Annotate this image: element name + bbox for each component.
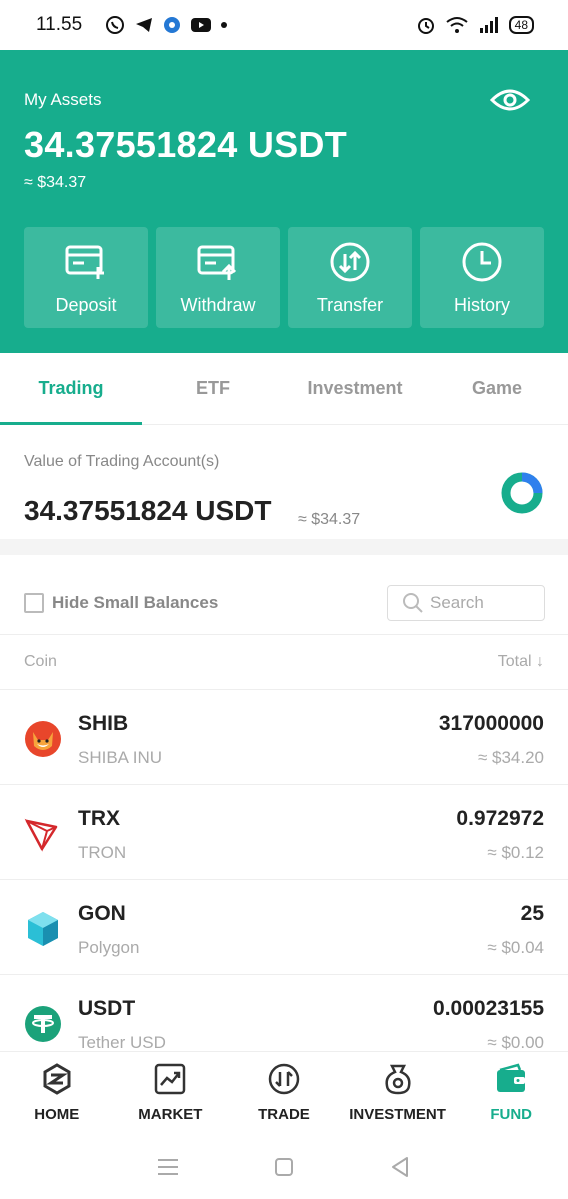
asset-actions: Deposit Withdraw Transfer History [24,227,544,328]
transfer-label: Transfer [316,295,384,315]
assets-header: My Assets 34.37551824 USDT ≈ $34.37 Depo… [0,50,568,353]
status-time: 11.55 [36,14,83,35]
coin-name: TRON [78,843,127,862]
polygon-logo-icon [28,912,58,946]
coin-row-shib[interactable]: SHIB SHIBA INU 317000000 ≈ $34.20 [0,690,568,785]
wallet-icon [497,1063,526,1092]
eye-icon[interactable] [490,86,530,114]
assets-label: My Assets [24,90,102,109]
telegram-icon [136,18,153,32]
coin-symbol: TRX [78,807,120,830]
wifi-icon [446,17,468,33]
search-input[interactable]: Search [387,585,545,621]
coin-name: Tether USD [78,1033,166,1052]
nav-fund-label: FUND [490,1106,532,1123]
nav-trade[interactable]: TRADE [227,1052,341,1135]
coin-usd-value: ≈ $0.12 [487,843,544,862]
coin-amount: 25 [520,902,544,925]
trading-account-summary: Value of Trading Account(s) 34.37551824 … [0,425,568,555]
withdraw-button[interactable]: Withdraw [156,227,280,328]
nav-investment[interactable]: INVESTMENT [341,1052,455,1135]
coin-usd-value: ≈ $34.20 [477,748,544,767]
history-icon [462,242,502,282]
investment-icon [385,1064,411,1095]
coin-list-header: Coin Total ↓ [0,635,568,690]
home-square-icon[interactable] [271,1154,297,1180]
menu-icon[interactable] [155,1154,181,1180]
transfer-icon [330,242,370,282]
nav-investment-label: INVESTMENT [349,1106,446,1123]
nav-market[interactable]: MARKET [114,1052,228,1135]
withdraw-label: Withdraw [180,295,256,315]
nav-market-label: MARKET [138,1106,203,1123]
coin-amount: 0.972972 [456,807,544,830]
allocation-chart-icon[interactable] [500,471,544,515]
system-navigation-bar [0,1135,568,1199]
transfer-button[interactable]: Transfer [288,227,412,328]
balance-filter-row: Hide Small Balances Search [0,555,568,635]
nav-home-label: HOME [34,1106,80,1123]
market-icon [155,1063,186,1095]
tab-trading[interactable]: Trading [0,353,142,425]
coin-symbol: GON [78,902,126,925]
tether-logo-icon [25,1006,61,1042]
status-bar: 11.55 48 [0,0,568,50]
signal-icon [479,17,498,33]
account-tabs: Trading ETF Investment Game [0,353,568,425]
tab-etf[interactable]: ETF [142,353,284,424]
tab-investment[interactable]: Investment [284,353,426,424]
assets-amount: 34.37551824 USDT [24,124,348,165]
back-icon[interactable] [387,1154,413,1180]
account-amount: 34.37551824 USDT [24,495,272,526]
nav-home[interactable]: HOME [0,1052,114,1135]
coin-amount: 317000000 [438,712,544,735]
deposit-button[interactable]: Deposit [24,227,148,328]
nav-trade-label: TRADE [258,1106,310,1123]
more-notifications-icon [221,22,228,28]
coin-column-header: Coin [24,653,57,670]
account-label: Value of Trading Account(s) [24,453,220,470]
account-usd-value: ≈ $34.37 [298,511,361,528]
history-label: History [453,295,510,315]
coin-amount: 0.00023155 [433,997,544,1020]
tab-game[interactable]: Game [426,353,568,424]
coin-symbol: USDT [78,997,136,1020]
total-sort-header[interactable]: Total ↓ [498,653,544,671]
deposit-label: Deposit [55,295,117,315]
assets-usd-value: ≈ $34.37 [24,174,87,191]
app-notification-icon [164,17,181,33]
coin-name: Polygon [78,938,140,957]
alarm-icon [417,18,434,34]
coin-usd-value: ≈ $0.00 [487,1033,544,1052]
history-button[interactable]: History [420,227,544,328]
deposit-icon [65,245,104,279]
battery-indicator: 48 [508,16,534,34]
search-placeholder: Search [430,593,484,612]
home-icon [43,1063,71,1095]
hide-small-balances-checkbox[interactable] [24,593,44,613]
coin-symbol: SHIB [78,712,129,735]
youtube-icon [191,18,212,32]
bottom-navigation: HOME MARKET TRADE INVESTMENT FUND [0,1051,568,1135]
coin-row-gon[interactable]: GON Polygon 25 ≈ $0.04 [0,880,568,975]
tron-logo-icon [24,818,58,852]
hide-small-balances-label[interactable]: Hide Small Balances [52,593,218,613]
nav-fund[interactable]: FUND [454,1052,568,1135]
search-icon [403,593,423,613]
whatsapp-icon [106,16,125,34]
withdraw-icon [197,245,237,280]
shib-logo-icon [25,721,61,757]
coin-row-trx[interactable]: TRX TRON 0.972972 ≈ $0.12 [0,785,568,880]
coin-usd-value: ≈ $0.04 [487,938,544,957]
coin-name: SHIBA INU [78,748,163,767]
trade-icon [268,1063,300,1095]
